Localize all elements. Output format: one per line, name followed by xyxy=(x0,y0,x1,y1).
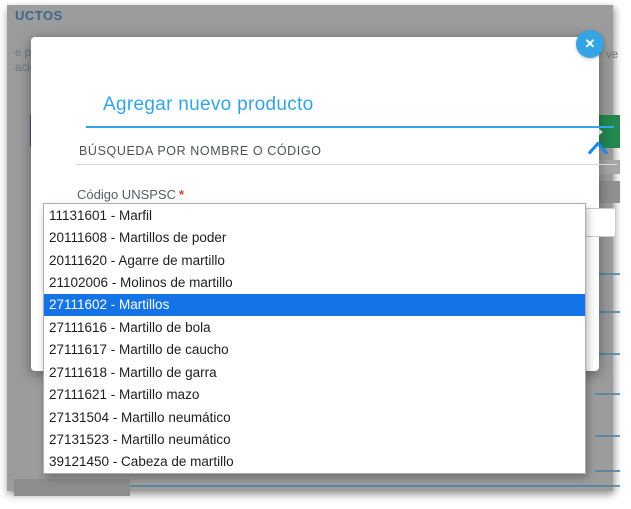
section-divider xyxy=(76,164,617,165)
close-icon: ✕ xyxy=(584,36,596,51)
modal-title: Agregar nuevo producto xyxy=(103,94,314,115)
background-text-fragment: ve xyxy=(606,49,619,61)
dropdown-option[interactable]: 27111621 - Martillo mazo xyxy=(44,383,585,405)
dropdown-option[interactable]: 20111608 - Martillos de poder xyxy=(44,226,585,248)
background-table-line xyxy=(595,470,620,472)
unspsc-field-label: Código UNSPSC * xyxy=(77,187,185,202)
dropdown-option[interactable]: 20111620 - Agarre de martillo xyxy=(44,249,585,271)
chevron-up-icon xyxy=(588,141,608,155)
unspsc-dropdown: 11131601 - Marfil 20111608 - Martillos de… xyxy=(43,203,586,474)
background-footer-line xyxy=(130,485,620,487)
dropdown-option[interactable]: 27131523 - Martillo neumático xyxy=(44,428,585,450)
dropdown-option[interactable]: 21102006 - Molinos de martillo xyxy=(44,271,585,293)
required-asterisk: * xyxy=(179,187,185,202)
close-modal-button[interactable]: ✕ xyxy=(576,30,604,58)
dropdown-option[interactable]: 27111617 - Martillo de caucho xyxy=(44,339,585,361)
dropdown-option[interactable]: 27111618 - Martillo de garra xyxy=(44,361,585,383)
dropdown-option[interactable]: 11131601 - Marfil xyxy=(44,204,585,226)
dropdown-option[interactable]: 27111616 - Martillo de bola xyxy=(44,316,585,338)
title-underline xyxy=(86,126,614,128)
dropdown-option[interactable]: 39121450 - Cabeza de martillo xyxy=(44,451,585,473)
collapse-section-button[interactable] xyxy=(587,138,609,158)
background-footer-band xyxy=(14,479,130,496)
background-table-line xyxy=(595,393,620,395)
background-page-title: UCTOS xyxy=(15,8,63,23)
search-section-header: BÚSQUEDA POR NOMBRE O CÓDIGO xyxy=(79,144,322,158)
dropdown-option[interactable]: 27131504 - Martillo neumático xyxy=(44,406,585,428)
background-table-line xyxy=(595,435,620,437)
screen: UCTOS e pr ació ve Agregar nuevo product… xyxy=(0,0,631,509)
dropdown-option[interactable]: 27111602 - Martillos xyxy=(44,293,585,317)
